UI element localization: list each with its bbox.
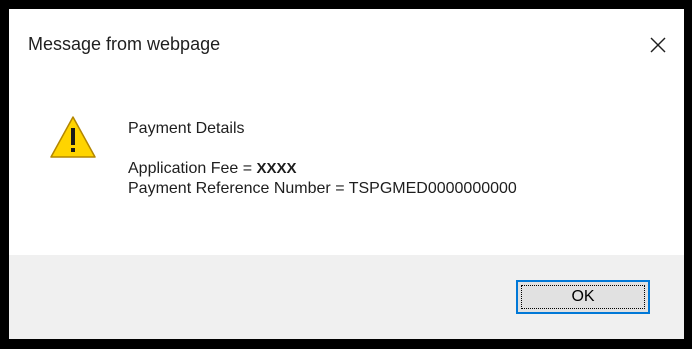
ok-button[interactable]: OK <box>516 280 650 314</box>
ok-button-label: OK <box>571 288 595 305</box>
message-dialog: Message from webpage Payment Details App… <box>9 9 684 339</box>
dialog-message: Payment Details Application Fee = XXXX P… <box>128 119 517 199</box>
application-fee-label: Application Fee = <box>128 160 257 177</box>
screenshot-frame: Message from webpage Payment Details App… <box>0 0 692 349</box>
application-fee-value: XXXX <box>256 160 297 177</box>
dialog-footer: OK <box>9 255 684 339</box>
warning-icon <box>50 116 96 158</box>
payment-reference-line: Payment Reference Number = TSPGMED000000… <box>128 180 517 197</box>
close-button[interactable] <box>632 23 684 67</box>
close-icon <box>650 37 666 53</box>
dialog-titlebar: Message from webpage <box>9 9 684 75</box>
message-heading: Payment Details <box>128 120 245 137</box>
application-fee-line: Application Fee = XXXX <box>128 159 517 179</box>
dialog-title: Message from webpage <box>28 34 221 54</box>
dialog-content: Payment Details Application Fee = XXXX P… <box>9 75 684 255</box>
